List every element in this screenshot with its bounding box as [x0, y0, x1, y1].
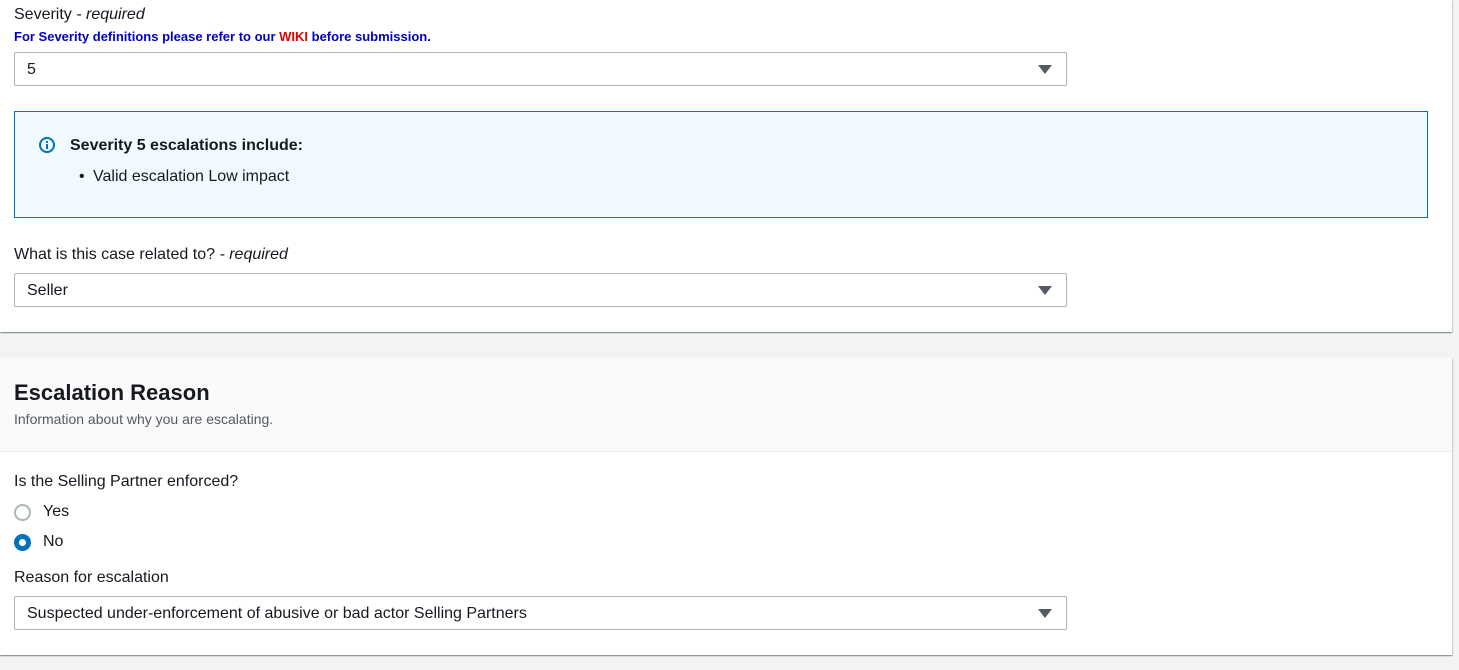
severity-label-text: Severity [14, 6, 72, 23]
info-icon [39, 137, 55, 153]
severity-hint-prefix: For Severity definitions please refer to… [14, 29, 280, 44]
severity-info-alert: Severity 5 escalations include: Valid es… [14, 111, 1428, 218]
radio-yes-label[interactable]: Yes [43, 502, 69, 522]
escalation-reason-header: Escalation Reason Information about why … [0, 358, 1452, 452]
case-details-panel: Severity - required For Severity definit… [0, 0, 1452, 332]
severity-required-text: - required [76, 6, 145, 23]
case-related-required-text: - required [219, 246, 288, 263]
reason-select[interactable]: Suspected under-enforcement of abusive o… [14, 596, 1067, 630]
caret-down-icon [1038, 609, 1052, 618]
case-related-label-text: What is this case related to? [14, 246, 215, 263]
reason-label: Reason for escalation [14, 569, 169, 586]
section-title: Escalation Reason [14, 380, 210, 405]
section-description: Information about why you are escalating… [14, 411, 274, 427]
severity-select-value: 5 [27, 61, 36, 78]
severity-label: Severity - required [14, 5, 145, 25]
caret-down-icon [1038, 65, 1052, 74]
case-related-select[interactable]: Seller [14, 273, 1067, 307]
info-alert-title: Severity 5 escalations include: [70, 137, 303, 154]
radio-no-label[interactable]: No [43, 532, 63, 552]
case-related-select-value: Seller [27, 282, 68, 299]
radio-yes[interactable] [14, 504, 31, 521]
wiki-link[interactable]: WIKI [279, 29, 308, 44]
enforced-question-label: Is the Selling Partner enforced? [14, 473, 239, 490]
severity-select[interactable]: 5 [14, 52, 1067, 86]
radio-no[interactable] [14, 534, 31, 551]
reason-select-value: Suspected under-enforcement of abusive o… [27, 605, 527, 622]
severity-hint-suffix: before submission. [308, 29, 431, 44]
info-alert-item: Valid escalation Low impact [79, 167, 289, 187]
caret-down-icon [1038, 286, 1052, 295]
severity-hint: For Severity definitions please refer to… [14, 29, 431, 44]
escalation-reason-panel: Escalation Reason Information about why … [0, 358, 1452, 655]
case-related-label: What is this case related to? - required [14, 245, 288, 265]
